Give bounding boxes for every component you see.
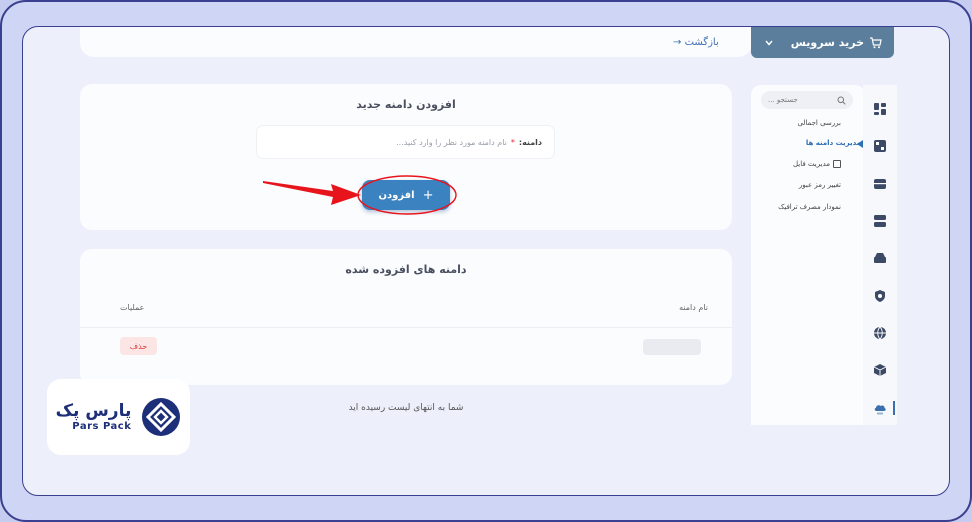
- logo-text: پارس پک Pars Pack: [56, 402, 132, 432]
- sidebar-item-label: مدیریت فایل: [792, 160, 830, 168]
- annotation-ellipse: [357, 175, 457, 215]
- domain-list-card: دامنه های افزوده شده نام دامنه عملیات: [80, 249, 732, 385]
- domain-input-placeholder: نام دامنه مورد نظر را وارد کنید...: [396, 137, 507, 147]
- chevron-down-icon: [765, 40, 773, 46]
- buy-service-label: خرید سرویس: [790, 36, 864, 49]
- hosting-icon[interactable]: [873, 177, 887, 191]
- package-icon[interactable]: [873, 363, 887, 377]
- sidebar-item-file-manager[interactable]: مدیریت فایل: [793, 160, 841, 168]
- annotation-arrow: [263, 181, 361, 205]
- cloud-server-icon[interactable]: [873, 251, 887, 265]
- search-placeholder: جستجو ...: [768, 96, 798, 104]
- search-icon: [837, 96, 846, 105]
- delete-label: حذف: [129, 341, 148, 351]
- database-icon[interactable]: [873, 214, 887, 228]
- logo-text-fa: پارس پک: [55, 401, 132, 422]
- required-mark: *: [510, 137, 515, 147]
- buy-service-button[interactable]: خرید سرویس: [751, 27, 894, 58]
- active-rail-indicator: [893, 401, 895, 415]
- logo-text-en: Pars Pack: [72, 420, 132, 432]
- back-link[interactable]: → بازگشت: [673, 37, 719, 48]
- sidebar-item-overview[interactable]: بررسی اجمالی: [797, 119, 841, 127]
- table-row-divider: [80, 327, 732, 328]
- parspack-logo: پارس پک Pars Pack: [47, 379, 190, 455]
- add-domain-title: افزودن دامنه جدید: [356, 98, 456, 111]
- column-header-actions: عملیات: [120, 303, 145, 312]
- sidebar-item-traffic-chart[interactable]: نمودار مصرف ترافیک: [778, 203, 841, 211]
- sidebar-item-change-password[interactable]: تغییر رمز عبور: [799, 181, 841, 189]
- file-icon: [833, 160, 841, 168]
- app-window: → بازگشت خرید سرویس افزودن دامنه جدید دا…: [22, 26, 950, 496]
- domain-name-placeholder: [643, 339, 701, 355]
- domain-field-label: دامنه:: [518, 137, 542, 147]
- globe-icon[interactable]: [873, 326, 887, 340]
- sidebar-search-input[interactable]: جستجو ...: [761, 91, 853, 109]
- top-bar: [80, 27, 752, 57]
- shield-icon[interactable]: [873, 289, 887, 303]
- sidebar-item-label: نمودار مصرف ترافیک: [778, 203, 841, 211]
- annotation-overlay: [263, 175, 457, 215]
- parspack-mark-icon: [142, 398, 181, 436]
- sidebar: [751, 85, 865, 425]
- cdn-cloud-icon[interactable]: [873, 402, 887, 416]
- sidebar-item-label: تغییر رمز عبور: [798, 181, 841, 189]
- domain-input[interactable]: دامنه: * نام دامنه مورد نظر را وارد کنید…: [256, 125, 555, 159]
- column-header-name: نام دامنه: [679, 303, 708, 312]
- dashboard-icon[interactable]: [873, 102, 887, 116]
- server-box-icon[interactable]: [873, 139, 887, 153]
- domain-list-title: دامنه های افزوده شده: [345, 263, 467, 276]
- sidebar-item-label: مدیریت دامنه ها: [805, 139, 861, 147]
- delete-button[interactable]: حذف: [120, 337, 157, 355]
- sidebar-item-domains[interactable]: مدیریت دامنه ها: [806, 139, 861, 147]
- sidebar-item-label: بررسی اجمالی: [797, 119, 841, 127]
- cart-icon: [870, 36, 882, 48]
- back-link-label: → بازگشت: [673, 37, 719, 48]
